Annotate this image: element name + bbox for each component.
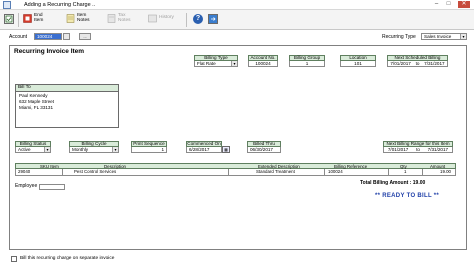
cell-amount: 19.00 bbox=[440, 169, 451, 174]
next-billing-range: 7/01/2017 to 7/31/2017 bbox=[383, 147, 453, 153]
calendar-icon[interactable]: ▦ bbox=[222, 146, 230, 153]
window-title: Adding a Recurring Charge .. bbox=[24, 2, 96, 8]
billing-status-value: Active bbox=[18, 147, 31, 152]
billing-group-value: 1 bbox=[289, 61, 325, 67]
column-divider bbox=[388, 169, 389, 175]
next-scheduled-from: 7/01/2017 bbox=[390, 61, 411, 66]
next-billing-to: 7/31/2017 bbox=[427, 147, 449, 152]
cell-extended-description: Standard Treatment bbox=[256, 169, 295, 174]
tax-notes-label: Tax Notes bbox=[118, 13, 131, 23]
employee-label: Employee bbox=[15, 183, 38, 189]
bill-to-header: Bill To bbox=[16, 85, 118, 92]
account-input[interactable]: 100024 bbox=[34, 33, 62, 40]
column-divider bbox=[228, 169, 229, 175]
toolbar-separator bbox=[18, 13, 19, 27]
next-billing-from: 7/01/2017 bbox=[387, 147, 409, 152]
separate-invoice-label: Bill this recurring charge on separate i… bbox=[20, 256, 115, 261]
tax-notes-icon bbox=[107, 14, 116, 23]
chevron-down-icon: ▾ bbox=[231, 61, 237, 66]
next-scheduled-to-label: to bbox=[415, 61, 420, 66]
cell-sku: 29040 bbox=[18, 169, 31, 174]
column-divider bbox=[324, 169, 325, 175]
column-divider bbox=[422, 169, 423, 175]
bill-to-city: Miami, FL 33131 bbox=[19, 105, 54, 110]
history-icon bbox=[148, 14, 157, 23]
title-bar: Adding a Recurring Charge .. – □ ✕ bbox=[0, 0, 474, 10]
column-divider bbox=[62, 169, 63, 175]
billing-cycle-value: Monthly bbox=[72, 147, 89, 152]
account-dropdown-button[interactable] bbox=[63, 33, 70, 40]
next-billing-to-label: to bbox=[416, 147, 420, 152]
account-no-value: 100024 bbox=[248, 61, 278, 67]
end-item-icon bbox=[23, 14, 32, 23]
account-lookup-button[interactable]: ... bbox=[79, 33, 91, 40]
billing-type-select[interactable]: Flat Rate ▾ bbox=[194, 61, 238, 67]
next-scheduled-billing-range: 7/01/2017 to 7/31/2017 bbox=[387, 61, 448, 67]
exit-icon[interactable] bbox=[208, 14, 218, 24]
maximize-button[interactable]: □ bbox=[444, 1, 453, 8]
chevron-down-icon: ▾ bbox=[44, 147, 50, 152]
separate-invoice-checkbox[interactable] bbox=[11, 256, 17, 262]
print-sequence-input[interactable]: 1 bbox=[131, 147, 167, 153]
total-billing-label: Total Billing Amount : bbox=[360, 180, 412, 186]
tax-notes-button[interactable]: Tax Notes bbox=[107, 12, 131, 28]
billing-type-value: Flat Rate bbox=[197, 61, 216, 66]
ready-to-bill-status: ** READY TO BILL ** bbox=[375, 193, 440, 199]
end-item-button[interactable]: End Item bbox=[23, 12, 43, 28]
billed-thru-value: 06/30/2017 bbox=[247, 147, 281, 153]
app-icon bbox=[3, 1, 11, 9]
recurring-type-select[interactable]: Sales Invoice ▾ bbox=[421, 33, 467, 40]
toolbar: End Item Item Notes Tax Notes History ? bbox=[0, 10, 474, 30]
panel-title: Recurring Invoice Item bbox=[14, 48, 85, 55]
billing-cycle-select[interactable]: Monthly ▾ bbox=[69, 147, 119, 153]
history-button[interactable]: History bbox=[148, 12, 174, 28]
toolbar-separator bbox=[186, 13, 187, 27]
help-icon[interactable]: ? bbox=[193, 14, 203, 24]
total-billing-value: 19.00 bbox=[412, 180, 426, 186]
notes-icon bbox=[66, 14, 75, 23]
location-value: 101 bbox=[340, 61, 376, 67]
cell-qty: 1 bbox=[404, 169, 407, 174]
chevron-down-icon: ▾ bbox=[460, 34, 466, 39]
item-notes-label: Item Notes bbox=[77, 13, 90, 23]
recurring-type-label: Recurring Type bbox=[382, 34, 416, 40]
bill-to-box: Bill To Paul Kennedy 632 Maple Street Mi… bbox=[15, 84, 119, 128]
chevron-down-icon: ▾ bbox=[112, 147, 118, 152]
next-scheduled-to: 7/31/2017 bbox=[424, 61, 445, 66]
end-item-label: End Item bbox=[34, 13, 44, 23]
billing-status-select[interactable]: Active ▾ bbox=[15, 147, 51, 153]
cell-billing-reference: 100024 bbox=[328, 169, 343, 174]
commenced-on-input[interactable]: 6/28/2017 bbox=[186, 147, 222, 153]
account-label: Account bbox=[9, 34, 28, 40]
employee-input[interactable] bbox=[39, 184, 65, 190]
save-icon[interactable] bbox=[4, 14, 14, 24]
close-button[interactable]: ✕ bbox=[458, 1, 470, 8]
item-notes-button[interactable]: Item Notes bbox=[66, 12, 90, 28]
history-label: History bbox=[159, 15, 174, 20]
table-row[interactable]: 29040 Pest Control Services Standard Tre… bbox=[15, 169, 456, 176]
cell-description: Pest Control Services bbox=[74, 169, 117, 174]
recurring-type-value: Sales Invoice bbox=[424, 34, 452, 39]
total-billing-amount: Total Billing Amount : 19.00 bbox=[360, 180, 425, 186]
minimize-button[interactable]: – bbox=[432, 1, 441, 8]
